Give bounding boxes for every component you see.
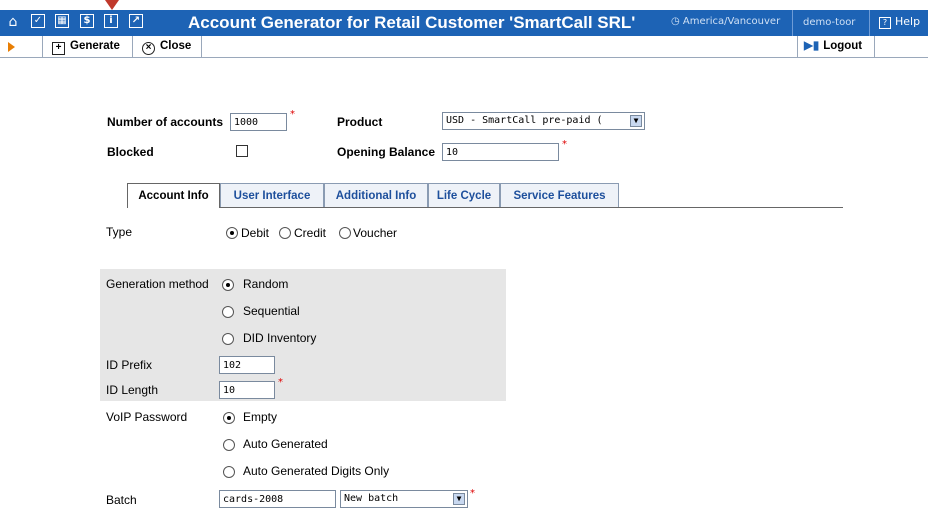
dollar-icon[interactable]: $	[80, 14, 94, 28]
tab-account-info[interactable]: Account Info	[127, 183, 220, 208]
blocked-label: Blocked	[107, 145, 154, 159]
grid-icon[interactable]: ▦	[55, 14, 69, 28]
generate-button[interactable]: + Generate	[52, 36, 120, 57]
batch-label: Batch	[106, 493, 137, 507]
tab-user-interface[interactable]: User Interface	[220, 183, 324, 207]
product-select[interactable]: USD - SmartCall pre-paid ( ▼	[442, 112, 645, 130]
gen-random-radio[interactable]	[222, 279, 234, 291]
num-accounts-input[interactable]	[230, 113, 287, 131]
gen-did-inventory-radio[interactable]	[222, 333, 234, 345]
tab-service-features[interactable]: Service Features	[500, 183, 619, 207]
home-icon[interactable]: ⌂	[4, 13, 22, 31]
logout-button[interactable]: ▶▮ Logout	[804, 36, 862, 57]
generation-method-label: Generation method	[106, 277, 209, 291]
type-voucher-label: Voucher	[353, 226, 398, 240]
tab-life-cycle[interactable]: Life Cycle	[428, 183, 500, 207]
batch-input[interactable]	[219, 490, 336, 508]
current-user[interactable]: demo-toor	[803, 17, 855, 28]
required-marker: *	[290, 109, 295, 120]
close-button[interactable]: × Close	[142, 36, 191, 57]
type-credit-label: Credit	[294, 226, 327, 240]
page-title: Account Generator for Retail Customer 'S…	[188, 13, 636, 32]
gen-sequential-radio[interactable]	[222, 306, 234, 318]
type-debit-label: Debit	[241, 226, 270, 240]
required-marker: *	[562, 139, 567, 150]
num-accounts-label: Number of accounts	[107, 115, 224, 129]
gen-did-inventory-label: DID Inventory	[243, 331, 317, 345]
opening-balance-label: Opening Balance	[337, 145, 436, 159]
type-credit-radio[interactable]	[279, 227, 291, 239]
chart-icon[interactable]: ↗	[129, 14, 143, 28]
voip-empty-radio[interactable]	[223, 412, 235, 424]
opening-balance-input[interactable]	[442, 143, 559, 161]
chevron-down-icon: ▼	[453, 493, 465, 505]
voip-auto-label: Auto Generated	[243, 437, 328, 451]
checklist-icon[interactable]: ✓	[31, 14, 45, 28]
help-icon: ?	[879, 17, 891, 29]
id-length-label: ID Length	[106, 383, 159, 397]
gen-random-label: Random	[243, 277, 289, 291]
clock-icon: ◷	[671, 16, 683, 27]
voip-digits-radio[interactable]	[223, 466, 235, 478]
voip-auto-radio[interactable]	[223, 439, 235, 451]
id-prefix-label: ID Prefix	[106, 358, 153, 372]
play-icon	[8, 42, 15, 52]
plus-icon: +	[52, 42, 65, 55]
close-icon: ×	[142, 42, 155, 55]
id-length-input[interactable]	[219, 381, 275, 399]
id-prefix-input[interactable]	[219, 356, 275, 374]
title-bar: ⌂ ✓ ▦ $ i ↗ Account Generator for Retail…	[0, 10, 928, 36]
type-debit-radio[interactable]	[226, 227, 238, 239]
required-marker: *	[470, 488, 475, 499]
gen-sequential-label: Sequential	[243, 304, 300, 318]
type-voucher-radio[interactable]	[339, 227, 351, 239]
required-marker: *	[278, 377, 283, 388]
chevron-down-icon: ▼	[630, 115, 642, 127]
voip-password-label: VoIP Password	[106, 410, 188, 424]
voip-empty-label: Empty	[243, 410, 278, 424]
type-label: Type	[106, 225, 133, 239]
help-link[interactable]: ? Help	[879, 15, 920, 29]
toolbar: + Generate × Close ▶▮ Logout	[0, 36, 928, 58]
timezone-link[interactable]: ◷ America/Vancouver	[671, 16, 780, 27]
batch-select[interactable]: New batch ▼	[340, 490, 468, 508]
info-icon[interactable]: i	[104, 14, 118, 28]
logout-icon: ▶▮	[804, 40, 820, 52]
blocked-checkbox[interactable]	[236, 145, 248, 157]
product-label: Product	[337, 115, 383, 129]
voip-digits-label: Auto Generated Digits Only	[243, 464, 390, 478]
tab-additional-info[interactable]: Additional Info	[324, 183, 428, 207]
current-position-marker	[105, 0, 119, 10]
